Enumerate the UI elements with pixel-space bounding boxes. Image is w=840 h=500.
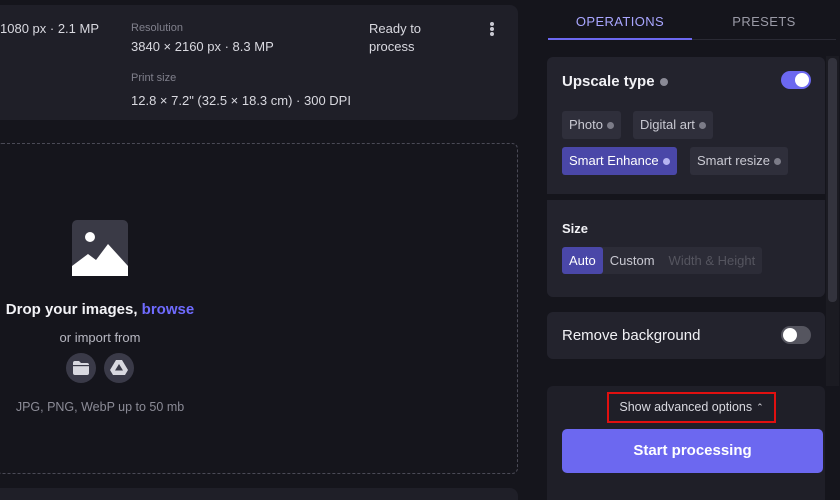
info-icon[interactable] bbox=[662, 158, 670, 166]
remove-background-toggle[interactable] bbox=[781, 326, 811, 344]
print-size-value: 12.8 × 7.2" (32.5 × 18.3 cm) · 300 DPI bbox=[131, 93, 351, 108]
info-icon[interactable] bbox=[698, 122, 706, 130]
size-title: Size bbox=[562, 221, 589, 236]
drop-title: Drop your images, browse bbox=[0, 301, 200, 318]
scrollbar-thumb[interactable] bbox=[828, 58, 837, 302]
show-advanced-options-link[interactable]: Show advanced options ⌃ bbox=[607, 392, 776, 423]
size-segmented-control: Auto Custom Width & Height bbox=[562, 247, 763, 274]
tab-operations[interactable]: OPERATIONS bbox=[548, 14, 692, 29]
info-icon[interactable] bbox=[659, 78, 668, 87]
active-tab-indicator bbox=[548, 38, 692, 40]
chip-label: Digital art bbox=[640, 117, 695, 132]
drop-title-text: Drop your images, bbox=[5, 301, 142, 318]
kebab-menu-icon[interactable] bbox=[484, 18, 500, 40]
file-info-card: 1080 px · 2.1 MP Resolution 3840 × 2160 … bbox=[0, 5, 518, 120]
upscale-type-section: Upscale type Photo Digital art Smart Enh… bbox=[547, 57, 825, 194]
original-size-text: 1080 px · 2.1 MP bbox=[0, 21, 99, 36]
resolution-label: Resolution bbox=[131, 22, 183, 34]
upscale-type-digital-art[interactable]: Digital art bbox=[633, 111, 713, 139]
formats-hint: JPG, PNG, WebP up to 50 mb bbox=[15, 400, 185, 414]
google-drive-import-button[interactable] bbox=[104, 353, 134, 383]
import-label: or import from bbox=[59, 330, 141, 345]
size-section: Size Auto Custom Width & Height bbox=[547, 200, 825, 297]
next-file-card-edge bbox=[0, 488, 518, 500]
tab-presets[interactable]: PRESETS bbox=[692, 14, 836, 29]
size-option-width-height: Width & Height bbox=[668, 253, 756, 268]
folder-import-button[interactable] bbox=[66, 353, 96, 383]
tab-divider bbox=[692, 39, 836, 40]
chip-label: Photo bbox=[569, 117, 603, 132]
upscale-type-label: Upscale type bbox=[562, 73, 655, 90]
resolution-value: 3840 × 2160 px · 8.3 MP bbox=[131, 39, 274, 54]
info-icon[interactable] bbox=[606, 122, 614, 130]
upscale-type-smart-resize[interactable]: Smart resize bbox=[690, 147, 788, 175]
chip-label: Smart Enhance bbox=[569, 153, 659, 168]
info-icon[interactable] bbox=[773, 158, 781, 166]
status-text: Ready to process bbox=[369, 21, 422, 54]
advanced-options-label: Show advanced options bbox=[619, 400, 753, 414]
remove-background-label: Remove background bbox=[562, 327, 701, 344]
panel-scrollbar[interactable] bbox=[826, 56, 839, 386]
size-option-custom[interactable]: Custom bbox=[603, 247, 662, 274]
remove-background-section: Remove background bbox=[547, 312, 825, 359]
upscale-toggle[interactable] bbox=[781, 71, 811, 89]
upscale-type-photo[interactable]: Photo bbox=[562, 111, 621, 139]
size-option-auto[interactable]: Auto bbox=[562, 247, 603, 274]
browse-link[interactable]: browse bbox=[142, 301, 195, 318]
image-placeholder-icon bbox=[72, 220, 128, 276]
upscale-type-title: Upscale type bbox=[562, 73, 668, 90]
print-size-label: Print size bbox=[131, 72, 177, 84]
app-root: 1080 px · 2.1 MP Resolution 3840 × 2160 … bbox=[0, 0, 840, 500]
folder-icon bbox=[73, 361, 89, 375]
upscale-type-smart-enhance[interactable]: Smart Enhance bbox=[562, 147, 677, 175]
start-processing-button[interactable]: Start processing bbox=[562, 429, 823, 473]
chevron-up-icon: ⌃ bbox=[756, 402, 764, 412]
chip-label: Smart resize bbox=[697, 153, 770, 168]
google-drive-icon bbox=[110, 360, 128, 375]
